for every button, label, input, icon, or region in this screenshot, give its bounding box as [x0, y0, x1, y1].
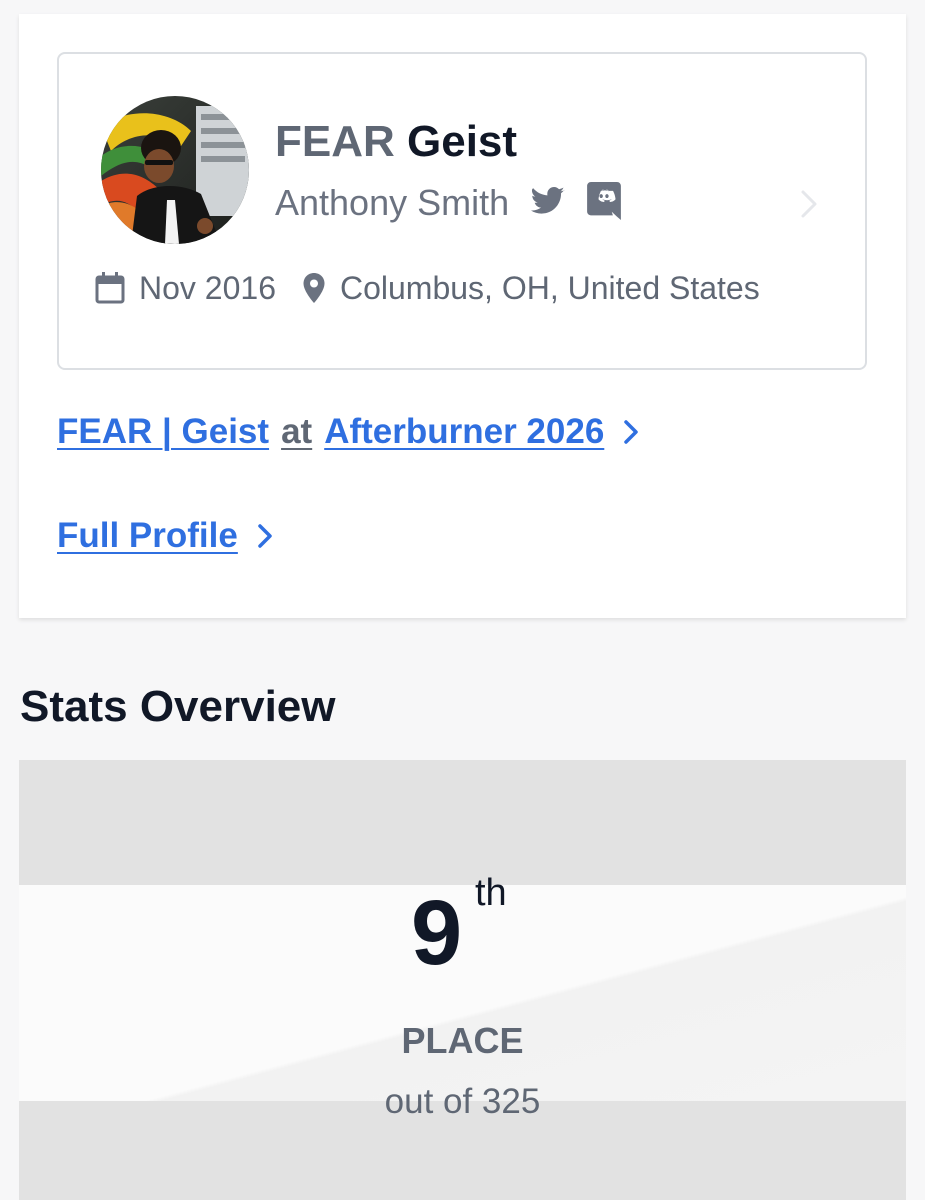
real-name: Anthony Smith	[275, 182, 510, 223]
place-number: 9	[411, 882, 463, 984]
joined-date: Nov 2016	[139, 269, 276, 306]
chevron-right-icon	[624, 420, 639, 444]
location: Columbus, OH, United States	[339, 269, 760, 306]
full-profile-link[interactable]: Full Profile	[57, 512, 274, 560]
event-result-link[interactable]: FEAR | Geist at Afterburner 2026	[57, 408, 640, 456]
gamer-tag: FEAR Geist	[275, 116, 517, 168]
team-prefix: FEAR	[275, 117, 395, 166]
gamer-name: Geist	[407, 117, 518, 166]
event-player-link[interactable]: FEAR | Geist	[57, 412, 269, 452]
discord-icon[interactable]	[587, 181, 622, 225]
event-connector: at	[281, 412, 313, 451]
full-profile-label[interactable]: Full Profile	[57, 516, 238, 556]
calendar-icon	[95, 272, 125, 304]
event-tournament-link[interactable]: Afterburner 2026	[324, 412, 604, 452]
place-suffix: th	[475, 872, 507, 914]
twitter-icon[interactable]	[531, 186, 565, 221]
stats-overview-heading: Stats Overview	[20, 682, 336, 731]
chevron-right-icon	[258, 524, 272, 548]
place-label: PLACE	[401, 1020, 524, 1061]
player-card[interactable]: FEAR Geist Anthony Smith Nov 2016 Columb…	[57, 52, 867, 370]
stats-panel: 9 th PLACE out of 325	[19, 760, 906, 1200]
avatar-photo-icon	[101, 96, 249, 244]
placement-band	[19, 885, 906, 1101]
player-avatar	[101, 96, 249, 244]
real-name-row: Anthony Smith	[275, 180, 622, 226]
chevron-right-icon	[799, 188, 819, 225]
player-meta: Nov 2016 Columbus, OH, United States	[95, 266, 760, 310]
player-profile-panel: FEAR Geist Anthony Smith Nov 2016 Columb…	[19, 14, 906, 618]
place-total: out of 325	[384, 1082, 541, 1121]
location-pin-icon	[303, 273, 325, 303]
